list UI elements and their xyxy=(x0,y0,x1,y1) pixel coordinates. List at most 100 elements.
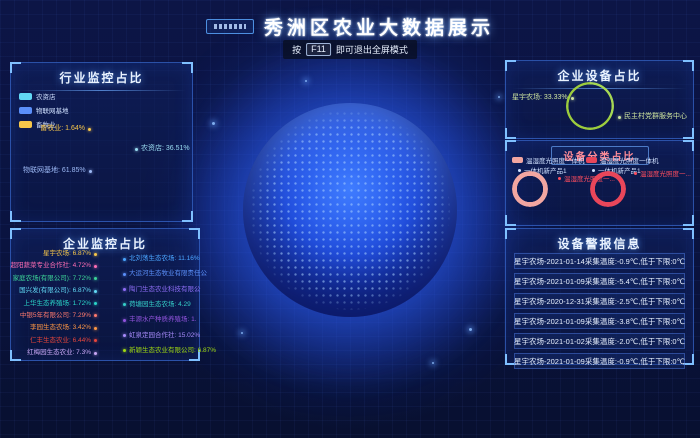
chart-callout-label: 家庭农场(有限公司): 7.72% xyxy=(13,275,97,283)
callout-text: 超阳蔬菜专业合作社: 4.72% xyxy=(10,262,91,270)
globe-visualization xyxy=(243,103,457,317)
legend-swatch xyxy=(19,93,32,100)
callout-dot-icon xyxy=(123,258,126,261)
callout-dot-icon xyxy=(94,290,97,293)
panel-device-alarm-info: 设备警报信息 星宇农场-2021-01-14采集温度:-0.9℃,低于下限:0℃… xyxy=(505,228,694,365)
legend-swatch xyxy=(512,157,523,163)
callout-text: 大运河生态牧业有限责任公 xyxy=(129,270,207,278)
callout-text: 物联网基地: 61.85% xyxy=(23,167,86,175)
chart-callout-label: 星宇农场: 6.87% xyxy=(43,250,97,258)
legend-dot-icon xyxy=(592,169,595,172)
alarm-row[interactable]: 星宇农场-2021-01-09采集温度:-3.8℃,低于下限:0℃ xyxy=(514,313,685,329)
alarm-text: 星宇农场-2021-01-14采集温度:-0.9℃,低于下限:0℃ xyxy=(514,256,685,267)
callout-text: 温湿度光照度一... xyxy=(640,168,691,178)
callout-dot-icon xyxy=(94,327,97,330)
chart-callout-label: 民主村党群服务中心 xyxy=(618,113,687,121)
callout-text: 丰源水产种质养殖场: 1. xyxy=(129,316,197,324)
callout-dot-icon xyxy=(123,319,126,322)
chart-callout-label: 超阳蔬菜专业合作社: 4.72% xyxy=(10,262,97,270)
tooltip-prefix: 按 xyxy=(292,43,301,56)
callout-dot-icon xyxy=(135,148,138,151)
chart-callout-label: 上华生态养殖场: 1.72% xyxy=(23,300,97,308)
panel-device-category-ratio: 设备分类占比 温湿度光照度一体机 一体机新产品1 温湿度光照度一... 温湿度光… xyxy=(505,140,694,226)
legend-swatch xyxy=(19,107,32,114)
callout-text: 荷塘园生态农场: 4.29 xyxy=(129,301,191,309)
callout-text: 国兴发(有限公司): 6.87% xyxy=(19,287,91,295)
callout-text: 北刘荡生态农场: 11.16% xyxy=(129,255,200,263)
panel-title: 设备警报信息 xyxy=(506,235,693,252)
callout-text: 李园生态农场: 3.42% xyxy=(30,324,91,332)
alarm-row[interactable]: 星宇农场-2021-01-09采集温度:-5.4℃,低于下限:0℃ xyxy=(514,273,685,289)
enterprise-labels-left: 星宇农场: 6.87% 超阳蔬菜专业合作社: 4.72% 家庭农场(有限公司):… xyxy=(13,250,97,357)
alarm-row[interactable]: 星宇农场-2021-01-14采集温度:-0.9℃,低于下限:0℃ xyxy=(514,253,685,269)
callout-dot-icon xyxy=(94,339,97,342)
callout-dot-icon xyxy=(634,172,637,175)
chart-callout-label: 虹泉定园合作社: 15.02% xyxy=(123,332,200,340)
particle xyxy=(305,80,307,82)
particle xyxy=(241,332,243,334)
callout-text: 虹泉定园合作社: 15.02% xyxy=(129,332,200,340)
legend-item[interactable]: 物联网基地 xyxy=(19,105,69,115)
particle xyxy=(432,362,434,364)
panel-enterprise-device-ratio: 企业设备占比 星宇农场: 33.33% 民主村党群服务中心 xyxy=(505,60,694,139)
legend-label: 物联网基地 xyxy=(36,105,69,115)
callout-dot-icon xyxy=(558,177,561,180)
chart-callout-label: 仁丰生态农业: 6.44% xyxy=(30,337,97,345)
callout-text: 仁丰生态农业: 6.44% xyxy=(30,337,91,345)
panel-title: 行业监控占比 xyxy=(11,69,192,86)
callout-dot-icon xyxy=(94,265,97,268)
alarm-row[interactable]: 星宇农场-2020-12-31采集温度:-2.5℃,低于下限:0℃ xyxy=(514,293,685,309)
alarm-list: 星宇农场-2021-01-14采集温度:-0.9℃,低于下限:0℃ 星宇农场-2… xyxy=(514,253,685,373)
chart-callout-label: 陶门生态农业科技有限公 xyxy=(123,286,201,294)
legend-label: 畜牧业 xyxy=(36,119,56,129)
callout-text: 中银5年有限公司: 7.29% xyxy=(20,312,91,320)
legend-label: 温湿度光照度一体机 xyxy=(600,155,659,165)
callout-dot-icon xyxy=(94,277,97,280)
industry-donut-chart[interactable] xyxy=(78,133,130,185)
callout-dot-icon xyxy=(94,352,97,355)
callout-dot-icon xyxy=(88,128,91,131)
particle xyxy=(212,122,215,125)
alarm-row[interactable]: 星宇农场-2021-01-09采集温度:-0.9℃,低于下限:0℃ xyxy=(514,353,685,369)
chart-callout-label: 大运河生态牧业有限责任公 xyxy=(123,270,207,278)
category-donut-left[interactable] xyxy=(512,171,548,207)
alarm-row[interactable]: 星宇农场-2021-01-02采集温度:-2.0℃,低于下限:0℃ xyxy=(514,333,685,349)
chart-callout-label: 新颖生态农业有限公司: 6.87% xyxy=(123,347,216,355)
legend-swatch xyxy=(586,157,597,163)
callout-dot-icon xyxy=(618,116,621,119)
chart-callout-label: 荷塘园生态农场: 4.29 xyxy=(123,301,191,309)
alarm-text: 星宇农场-2021-01-09采集温度:-5.4℃,低于下限:0℃ xyxy=(514,276,685,287)
chart-callout-label: 星宇农场: 33.33% xyxy=(512,94,574,102)
callout-dot-icon xyxy=(123,303,126,306)
callout-text: 民主村党群服务中心 xyxy=(624,113,687,121)
chart-callout-label: 温湿度光照度一... xyxy=(634,168,691,178)
panel-title: 企业设备占比 xyxy=(506,67,693,84)
legend-dot-icon xyxy=(518,169,521,172)
enterprise-labels-right: 北刘荡生态农场: 11.16% 大运河生态牧业有限责任公 陶门生态农业科技有限公… xyxy=(123,255,199,355)
callout-dot-icon xyxy=(123,288,126,291)
fullscreen-exit-tooltip: 按 F11 即可退出全屏模式 xyxy=(283,40,417,59)
header: 秀洲区农业大数据展示 xyxy=(0,13,700,40)
alarm-text: 星宇农场-2020-12-31采集温度:-2.5℃,低于下限:0℃ xyxy=(514,296,685,307)
chart-callout-label: 红梅园生态农业: 7.3% xyxy=(27,349,97,357)
legend-item[interactable]: 农资店 xyxy=(19,91,69,101)
category-legend-item[interactable]: 温湿度光照度一体机 xyxy=(586,155,659,165)
industry-legend: 农资店 物联网基地 畜牧业 xyxy=(19,91,69,129)
callout-dot-icon xyxy=(123,349,126,352)
callout-text: 家庭农场(有限公司): 7.72% xyxy=(13,275,91,283)
dashboard-background: 秀洲区农业大数据展示 按 F11 即可退出全屏模式 行业监控占比 农资店 物联网… xyxy=(0,0,700,438)
category-donut-right[interactable] xyxy=(590,171,626,207)
alarm-text: 星宇农场-2021-01-09采集温度:-3.8℃,低于下限:0℃ xyxy=(514,316,685,327)
device-donut-chart[interactable] xyxy=(566,82,614,130)
category-legend-item[interactable]: 温湿度光照度一体机 xyxy=(512,155,585,165)
callout-dot-icon xyxy=(123,273,126,276)
logo-mark-icon xyxy=(214,24,246,29)
particle xyxy=(469,328,472,331)
globe-dot-map xyxy=(250,110,450,310)
callout-text: 星宇农场: 6.87% xyxy=(43,250,91,258)
callout-dot-icon xyxy=(94,253,97,256)
legend-item[interactable]: 畜牧业 xyxy=(19,119,69,129)
callout-dot-icon xyxy=(94,314,97,317)
callout-dot-icon xyxy=(94,302,97,305)
legend-label: 温湿度光照度一体机 xyxy=(526,155,585,165)
